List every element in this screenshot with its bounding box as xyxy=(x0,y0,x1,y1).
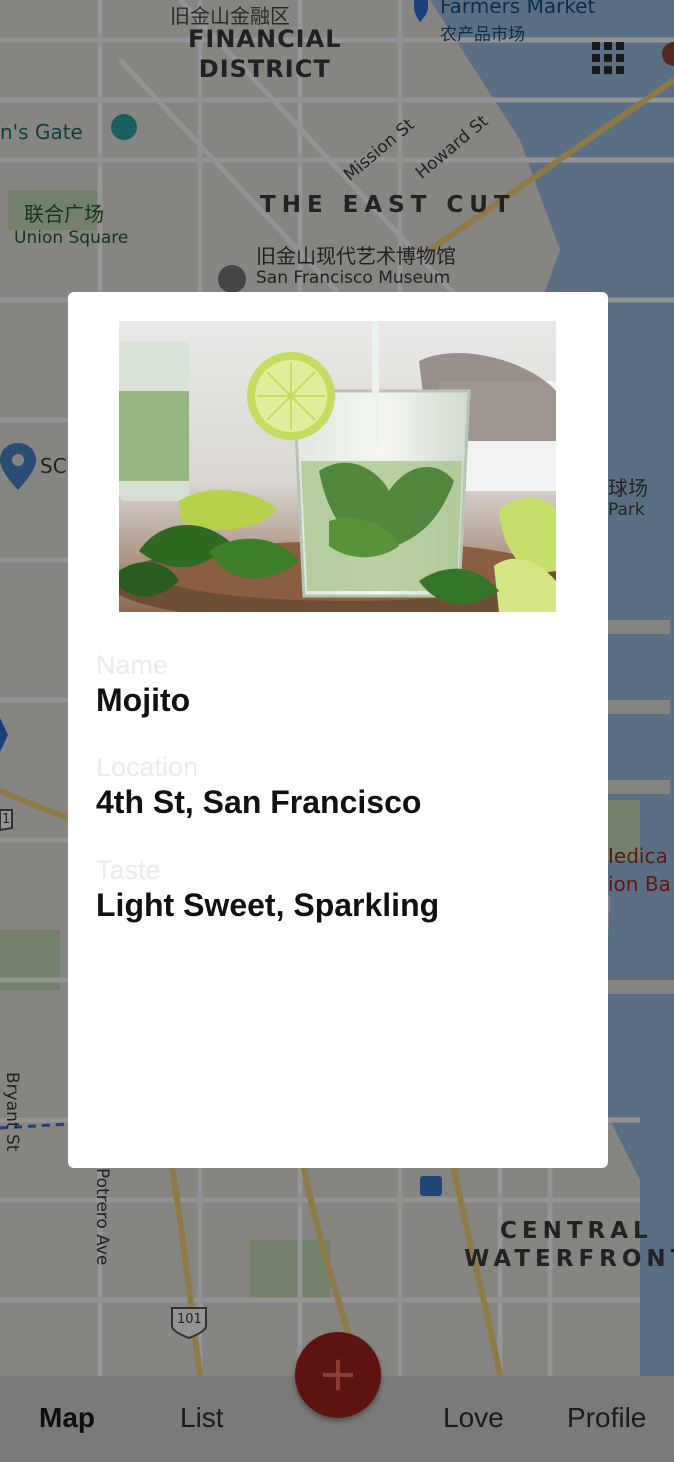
mojito-photo xyxy=(119,321,556,612)
location-value: 4th St, San Francisco xyxy=(96,784,422,820)
nav-item-love[interactable]: Love xyxy=(443,1402,504,1434)
drink-detail-card: Name Mojito Location 4th St, San Francis… xyxy=(68,292,608,1168)
taste-label: Taste xyxy=(96,855,161,885)
nav-item-profile[interactable]: Profile xyxy=(567,1402,646,1434)
nav-item-list[interactable]: List xyxy=(180,1402,224,1434)
location-label: Location xyxy=(96,752,199,782)
name-value: Mojito xyxy=(96,682,191,718)
add-drink-button[interactable]: + xyxy=(295,1332,381,1418)
nav-item-map[interactable]: Map xyxy=(39,1402,95,1434)
name-label: Name xyxy=(96,650,169,680)
taste-value: Light Sweet, Sparkling xyxy=(96,887,440,923)
plus-icon: + xyxy=(317,1346,359,1402)
